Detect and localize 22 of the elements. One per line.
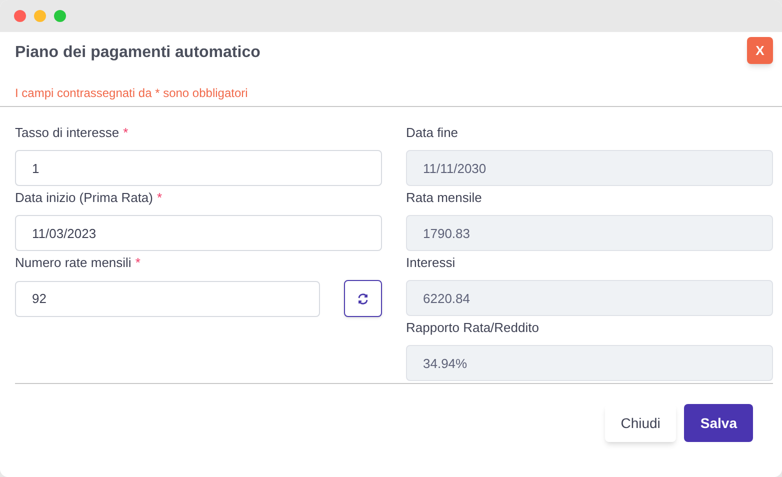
required-note: I campi contrassegnati da * sono obbligatori <box>15 86 248 100</box>
field-label: Rata mensile <box>406 189 482 208</box>
field-label: Interessi <box>406 254 456 272</box>
field-label: Rapporto Rata/Reddito <box>406 319 539 338</box>
required-mark: * <box>157 189 162 208</box>
close-window-icon[interactable] <box>14 10 26 22</box>
required-mark: * <box>135 254 140 272</box>
maximize-window-icon[interactable] <box>54 10 66 22</box>
field-label: Numero rate mensili <box>15 254 132 272</box>
field-label: Data fine <box>406 124 458 142</box>
input-field[interactable]: 92 <box>15 280 320 316</box>
close-dialog-button[interactable]: Chiudi <box>604 404 676 442</box>
field-label: Tasso di interesse <box>15 124 120 142</box>
input-field[interactable]: 1 <box>15 150 382 186</box>
dialog-title: Piano dei pagamenti automatico <box>15 43 260 63</box>
save-button[interactable]: Salva <box>684 404 753 442</box>
refresh-button[interactable] <box>344 280 382 317</box>
field-label: Data inizio (Prima Rata) <box>15 189 153 208</box>
required-mark: * <box>123 124 128 142</box>
input-field[interactable]: 11/03/2023 <box>15 215 382 251</box>
refresh-icon <box>357 292 369 304</box>
minimize-window-icon[interactable] <box>34 10 46 22</box>
